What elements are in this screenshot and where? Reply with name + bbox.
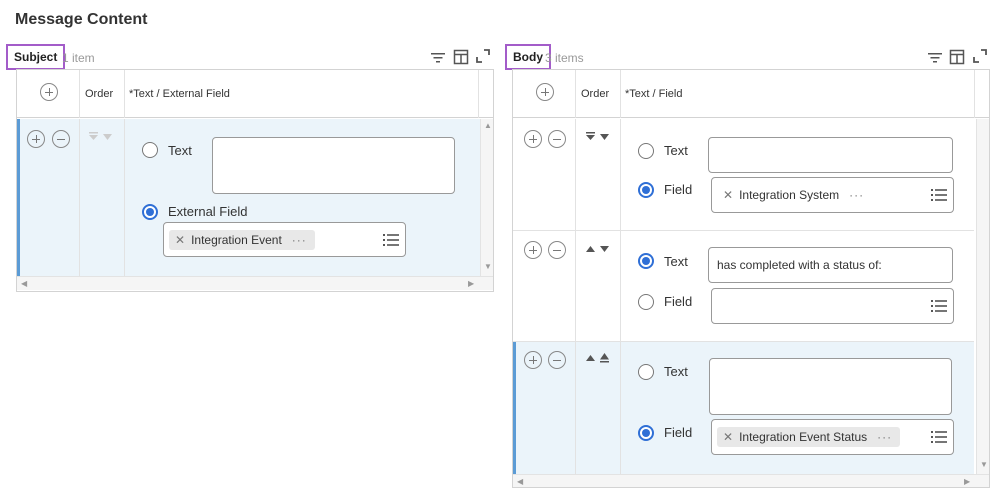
external-field-radio[interactable]	[142, 204, 158, 220]
subject-grid: Order *Text / External Field Text Extern…	[16, 69, 494, 292]
body-grid-header: Order *Text / Field	[513, 70, 989, 118]
field-radio-label: Field	[664, 425, 693, 440]
table-row[interactable]: Text Field ✕ Integration Event Status ···	[513, 341, 974, 475]
selected-item-chip[interactable]: ✕ Integration System ···	[717, 185, 873, 205]
text-radio-label: Text	[664, 364, 688, 379]
add-circle-icon[interactable]	[40, 83, 58, 101]
subject-text-input[interactable]	[212, 137, 455, 194]
text-radio[interactable]	[638, 143, 654, 159]
vertical-scrollbar[interactable]: ▲ ▼	[480, 119, 493, 276]
list-icon[interactable]	[931, 300, 947, 312]
text-radio[interactable]	[142, 142, 158, 158]
horizontal-scrollbar[interactable]: ◀ ▶	[513, 474, 989, 487]
list-icon[interactable]	[931, 189, 947, 201]
filter-icon[interactable]	[430, 50, 446, 66]
subject-grid-header: Order *Text / External Field	[17, 70, 493, 118]
body-text-input[interactable]: has completed with a status of:	[708, 247, 953, 283]
row-selection-bar	[17, 119, 20, 276]
external-field-radio-label: External Field	[168, 204, 248, 219]
list-icon[interactable]	[931, 431, 947, 443]
filter-icon[interactable]	[927, 50, 943, 66]
close-icon[interactable]: ✕	[175, 233, 185, 247]
table-row[interactable]: Text Field ✕ Integration System ···	[513, 119, 974, 230]
selected-item-chip[interactable]: ✕ Integration Event ···	[169, 230, 315, 250]
table-row[interactable]: Text has completed with a status of: Fie…	[513, 231, 974, 341]
chip-label: Integration Event	[191, 233, 282, 247]
add-circle-icon[interactable]	[536, 83, 554, 101]
page-title: Message Content	[15, 11, 148, 28]
move-up-icon[interactable]	[585, 353, 611, 363]
body-field-prompt[interactable]	[711, 288, 954, 324]
move-up-down-icon[interactable]	[585, 244, 611, 254]
more-icon[interactable]: ···	[292, 233, 307, 247]
body-grid: Order *Text / Field Text Field ✕ Integrat…	[512, 69, 990, 488]
body-item-count: 3 items	[545, 51, 584, 65]
subject-section-label: Subject	[6, 44, 66, 70]
chip-label: Integration Event Status	[739, 430, 868, 444]
add-circle-icon[interactable]	[27, 130, 45, 148]
text-radio-label: Text	[664, 254, 688, 269]
remove-circle-icon[interactable]	[548, 351, 566, 369]
add-circle-icon[interactable]	[524, 241, 542, 259]
text-radio[interactable]	[638, 364, 654, 380]
field-column-header: *Text / Field	[625, 88, 683, 100]
expand-icon[interactable]	[972, 48, 988, 64]
move-down-icon[interactable]	[585, 132, 611, 142]
field-radio-label: Field	[664, 182, 693, 197]
text-radio[interactable]	[638, 253, 654, 269]
field-radio[interactable]	[638, 425, 654, 441]
add-circle-icon[interactable]	[524, 130, 542, 148]
chip-label: Integration System	[739, 188, 840, 202]
field-radio[interactable]	[638, 182, 654, 198]
row-selection-bar	[513, 342, 516, 474]
close-icon[interactable]: ✕	[723, 188, 733, 202]
list-icon[interactable]	[383, 234, 399, 246]
horizontal-scrollbar[interactable]: ◀ ▶	[17, 276, 493, 290]
close-icon[interactable]: ✕	[723, 430, 733, 444]
external-field-prompt[interactable]: ✕ Integration Event ···	[163, 222, 406, 257]
field-radio[interactable]	[638, 294, 654, 310]
text-radio-label: Text	[168, 143, 192, 158]
columns-icon[interactable]	[949, 49, 965, 65]
body-field-prompt[interactable]: ✕ Integration System ···	[711, 177, 954, 213]
body-field-prompt[interactable]: ✕ Integration Event Status ···	[711, 419, 954, 455]
field-column-header: *Text / External Field	[129, 88, 230, 100]
body-text-input[interactable]	[709, 358, 952, 415]
order-column-header: Order	[581, 88, 610, 100]
subject-item-count: 1 item	[62, 51, 95, 65]
field-radio-label: Field	[664, 294, 693, 309]
columns-icon[interactable]	[453, 49, 469, 65]
remove-circle-icon[interactable]	[548, 241, 566, 259]
body-text-input[interactable]	[708, 137, 953, 173]
remove-circle-icon[interactable]	[52, 130, 70, 148]
text-radio-label: Text	[664, 143, 688, 158]
add-circle-icon[interactable]	[524, 351, 542, 369]
order-column-header: Order	[85, 88, 114, 100]
selected-item-chip[interactable]: ✕ Integration Event Status ···	[717, 427, 901, 447]
more-icon[interactable]: ···	[877, 430, 892, 444]
expand-icon[interactable]	[475, 48, 491, 64]
move-down-icon	[89, 132, 112, 140]
remove-circle-icon[interactable]	[548, 130, 566, 148]
more-icon[interactable]: ···	[849, 188, 864, 202]
vertical-scrollbar[interactable]: ▼	[976, 119, 989, 474]
table-row[interactable]: Text External Field ✕ Integration Event ··…	[17, 119, 480, 276]
